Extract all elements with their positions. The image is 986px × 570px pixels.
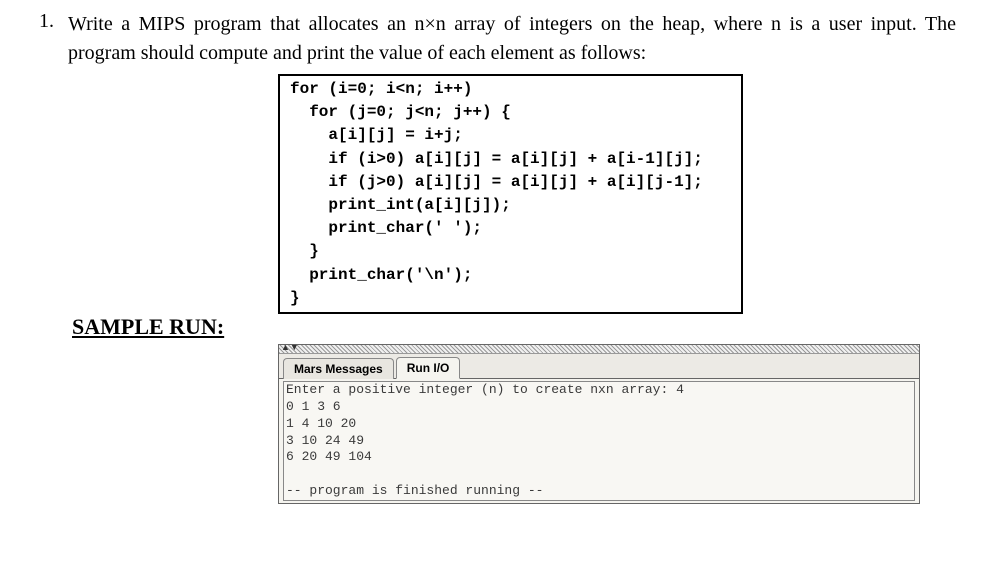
panel-drag-handle[interactable]: ▲▼ <box>279 345 919 354</box>
panel-arrows-icon[interactable]: ▲▼ <box>281 342 299 352</box>
question-text: Write a MIPS program that allocates an n… <box>68 10 956 68</box>
tab-bar: Mars Messages Run I/O <box>279 354 919 379</box>
question-number: 1. <box>30 10 54 33</box>
tab-mars-messages[interactable]: Mars Messages <box>283 358 394 379</box>
code-block: for (i=0; i<n; i++) for (j=0; j<n; j++) … <box>278 74 743 314</box>
ide-panel: ▲▼ Mars Messages Run I/O Enter a positiv… <box>278 344 920 504</box>
tab-run-io[interactable]: Run I/O <box>396 357 461 379</box>
question-block: 1. Write a MIPS program that allocates a… <box>30 10 956 68</box>
console-output: Enter a positive integer (n) to create n… <box>283 381 915 501</box>
console-area: Enter a positive integer (n) to create n… <box>279 379 919 503</box>
sample-run-heading: SAMPLE RUN: <box>72 314 956 340</box>
